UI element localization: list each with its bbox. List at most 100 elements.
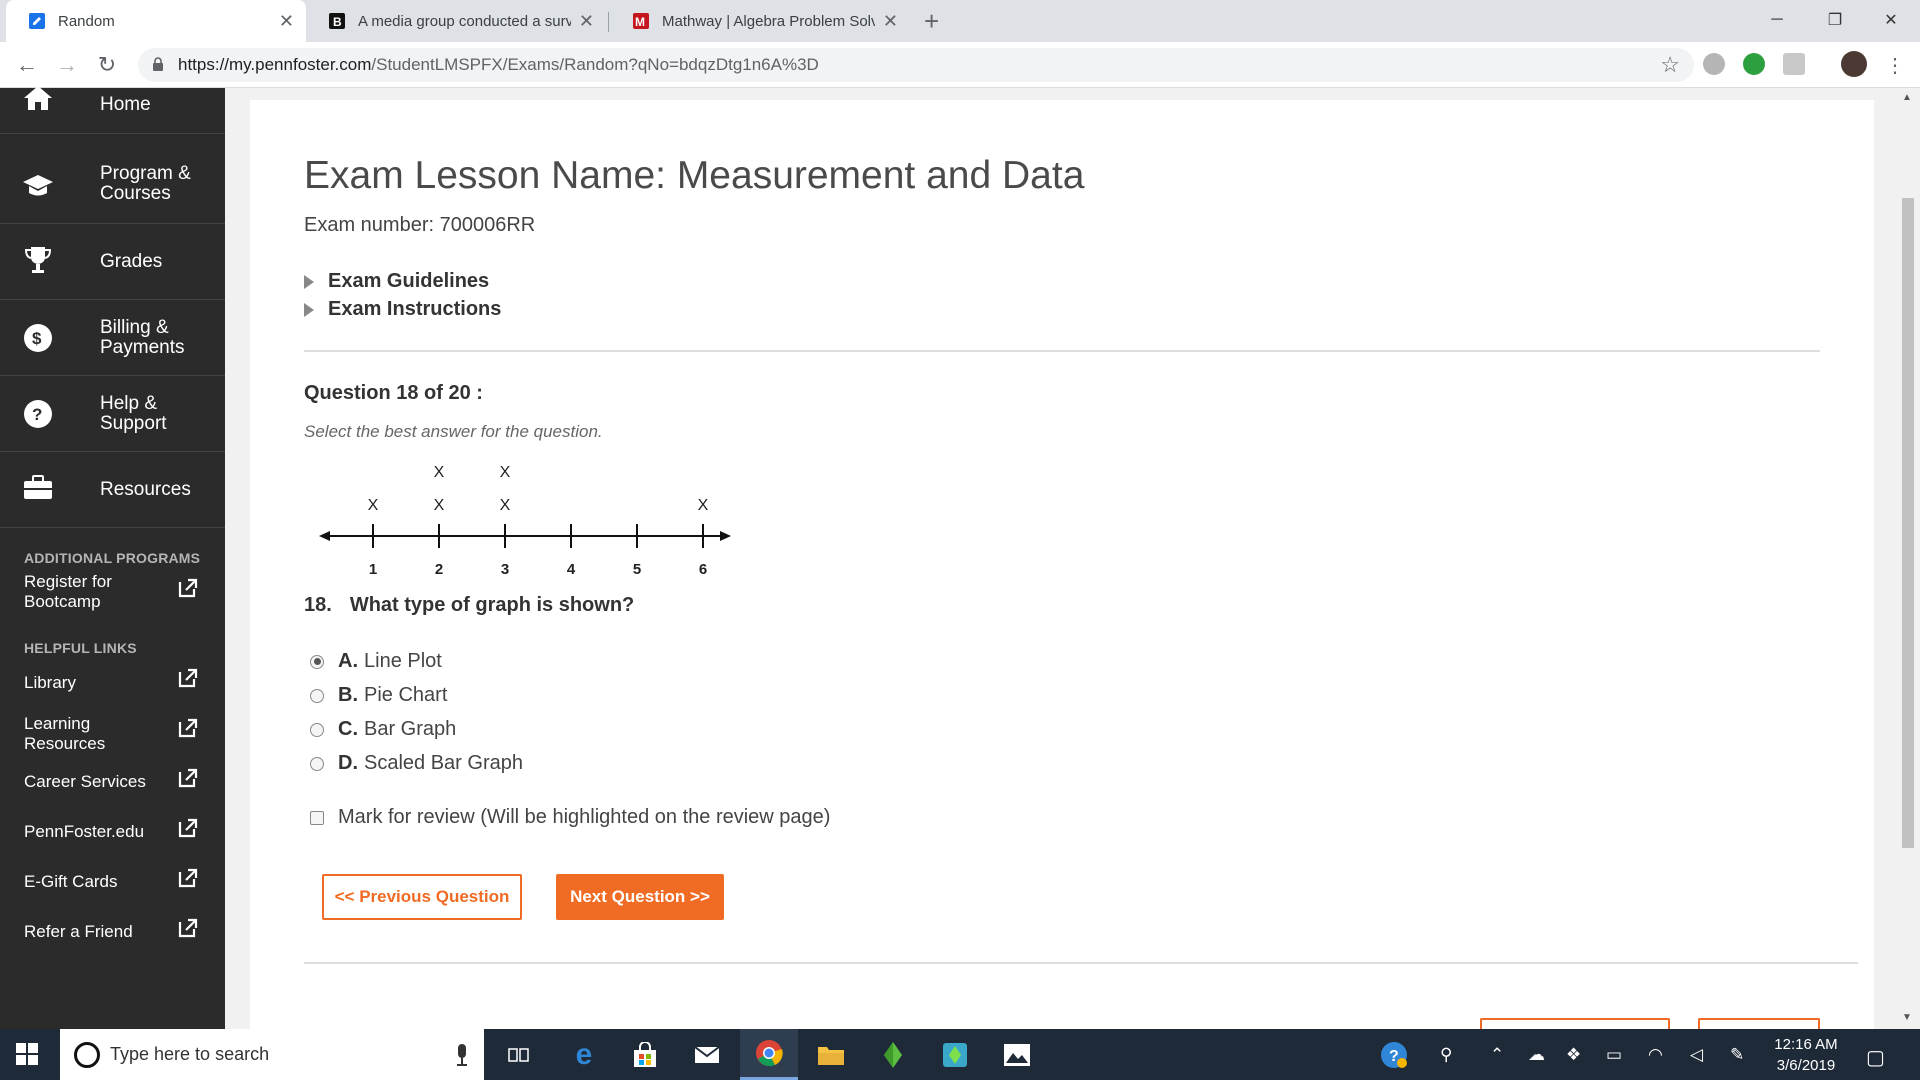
pennfoster-edu-link[interactable]: PennFoster.edu: [24, 822, 204, 842]
expand-arrow-icon: [304, 274, 314, 289]
exam-guidelines-toggle[interactable]: Exam Guidelines: [304, 270, 489, 293]
tab-random[interactable]: Random ✕: [6, 0, 306, 42]
exam-guidelines-label: Exam Guidelines: [328, 270, 490, 292]
page-scrollbar[interactable]: ▲ ▼: [1896, 88, 1920, 1029]
radio-option-a[interactable]: [310, 654, 324, 669]
photos-icon[interactable]: [988, 1029, 1046, 1080]
cortana-icon: [74, 1042, 100, 1068]
exam-instructions-toggle[interactable]: Exam Instructions: [304, 298, 501, 321]
mail-icon[interactable]: [678, 1029, 736, 1080]
windows-start-icon[interactable]: [16, 1043, 38, 1065]
sidebar-item-billing[interactable]: $ Billing & Payments: [0, 300, 225, 376]
taskbar-search-box[interactable]: Type here to search: [60, 1029, 484, 1080]
graduation-cap-icon: [22, 170, 54, 202]
library-link[interactable]: Library: [24, 673, 204, 693]
radio-option-b[interactable]: [310, 688, 324, 703]
sidebar-item-help[interactable]: ? Help & Support: [0, 376, 225, 452]
edge-icon[interactable]: e: [555, 1029, 613, 1080]
dollar-icon: $: [22, 322, 54, 354]
sidebar-item-home[interactable]: Home: [0, 76, 225, 134]
option-b[interactable]: B. Pie Chart: [310, 684, 447, 707]
chrome-icon[interactable]: [740, 1029, 798, 1080]
scroll-up-icon[interactable]: ▲: [1902, 92, 1912, 103]
external-link-icon[interactable]: [178, 868, 198, 888]
tick-label: 2: [435, 561, 443, 578]
sidebar-item-grades[interactable]: Grades: [0, 224, 225, 300]
career-services-link[interactable]: Career Services: [24, 772, 204, 792]
people-icon[interactable]: ⚲: [1440, 1045, 1452, 1065]
bookmark-star-icon[interactable]: ☆: [1660, 52, 1680, 78]
extension-icon[interactable]: [1783, 53, 1805, 75]
svg-text:$: $: [32, 329, 42, 348]
close-tab-icon[interactable]: ✕: [279, 11, 294, 32]
address-bar[interactable]: https://my.pennfoster.com/StudentLMSPFX/…: [138, 48, 1694, 82]
radio-option-d[interactable]: [310, 756, 324, 771]
lock-icon: [153, 57, 163, 71]
refer-friend-link[interactable]: Refer a Friend: [24, 922, 204, 942]
sidebar-item-resources[interactable]: Resources: [0, 452, 225, 528]
check-extension-icon[interactable]: [1743, 53, 1765, 75]
external-link-icon[interactable]: [178, 768, 198, 788]
profile-avatar[interactable]: [1841, 51, 1867, 77]
helpful-links-heading: HELPFUL LINKS: [24, 640, 137, 656]
restore-icon[interactable]: ❐: [1806, 0, 1864, 40]
external-link-icon[interactable]: [178, 718, 198, 738]
sidebar-item-programs[interactable]: Program & Courses: [0, 148, 225, 224]
scrollbar-thumb[interactable]: [1902, 198, 1914, 848]
option-d[interactable]: D. Scaled Bar Graph: [310, 752, 523, 775]
onedrive-icon[interactable]: ☁: [1528, 1045, 1545, 1065]
battery-icon[interactable]: ▭: [1606, 1045, 1622, 1065]
task-view-icon[interactable]: [490, 1029, 548, 1080]
wifi-icon[interactable]: ◠: [1648, 1045, 1663, 1065]
option-c[interactable]: C. Bar Graph: [310, 718, 456, 741]
search-placeholder: Type here to search: [110, 1044, 270, 1064]
sims-app-icon[interactable]: [926, 1029, 984, 1080]
tab-mathway[interactable]: M Mathway | Algebra Problem Solv ✕: [610, 0, 910, 42]
tab-media-group[interactable]: B A media group conducted a surv ✕: [306, 0, 606, 42]
divider: [304, 350, 1820, 352]
option-letter: B.: [338, 684, 358, 706]
close-tab-icon[interactable]: ✕: [883, 11, 898, 32]
external-link-icon[interactable]: [178, 918, 198, 938]
notifications-icon[interactable]: ▢: [1866, 1045, 1885, 1070]
dropbox-icon[interactable]: ❖: [1566, 1045, 1581, 1065]
brainly-favicon-icon: B: [329, 13, 345, 29]
external-link-icon[interactable]: [178, 668, 198, 688]
scroll-down-icon[interactable]: ▼: [1902, 1012, 1912, 1023]
sims-plumbob-icon[interactable]: [864, 1029, 922, 1080]
next-question-button[interactable]: Next Question >>: [556, 874, 724, 920]
egift-cards-link[interactable]: E-Gift Cards: [24, 872, 204, 892]
store-icon[interactable]: [616, 1029, 674, 1080]
option-a[interactable]: A. Line Plot: [310, 650, 442, 673]
close-tab-icon[interactable]: ✕: [579, 11, 594, 32]
sidebar-item-label: Home: [100, 94, 151, 115]
show-hidden-icons[interactable]: ⌃: [1490, 1045, 1504, 1065]
learning-resources-link[interactable]: Learning Resources: [24, 714, 144, 754]
clock[interactable]: 12:16 AM 3/6/2019: [1766, 1034, 1846, 1076]
minimize-icon[interactable]: ─: [1748, 0, 1806, 40]
plot-mark: X: [698, 497, 709, 514]
previous-question-button[interactable]: << Previous Question: [322, 874, 522, 920]
plot-mark: X: [500, 464, 511, 481]
pen-icon[interactable]: ✎: [1730, 1045, 1744, 1065]
option-letter: D.: [338, 752, 358, 774]
bootcamp-link[interactable]: Register for Bootcamp: [24, 572, 144, 612]
menu-dots-icon[interactable]: ⋮: [1880, 50, 1910, 80]
svg-text:M: M: [635, 15, 645, 29]
close-window-icon[interactable]: ✕: [1862, 0, 1920, 40]
file-explorer-icon[interactable]: [802, 1029, 860, 1080]
briefcase-icon: [22, 472, 54, 504]
option-letter: A.: [338, 650, 358, 672]
help-tray-icon[interactable]: ?: [1370, 1029, 1418, 1080]
external-link-icon[interactable]: [178, 818, 198, 838]
tab-title: A media group conducted a surv: [358, 12, 571, 30]
new-tab-icon[interactable]: +: [924, 6, 939, 36]
external-link-icon[interactable]: [178, 578, 198, 598]
microphone-icon[interactable]: [456, 1044, 468, 1066]
review-checkbox[interactable]: [310, 810, 324, 825]
exam-title: Exam Lesson Name: Measurement and Data: [304, 154, 1085, 197]
mark-for-review[interactable]: Mark for review (Will be highlighted on …: [310, 806, 830, 829]
volume-icon[interactable]: ◁: [1690, 1045, 1703, 1065]
skype-extension-icon[interactable]: [1703, 53, 1725, 75]
radio-option-c[interactable]: [310, 722, 324, 737]
